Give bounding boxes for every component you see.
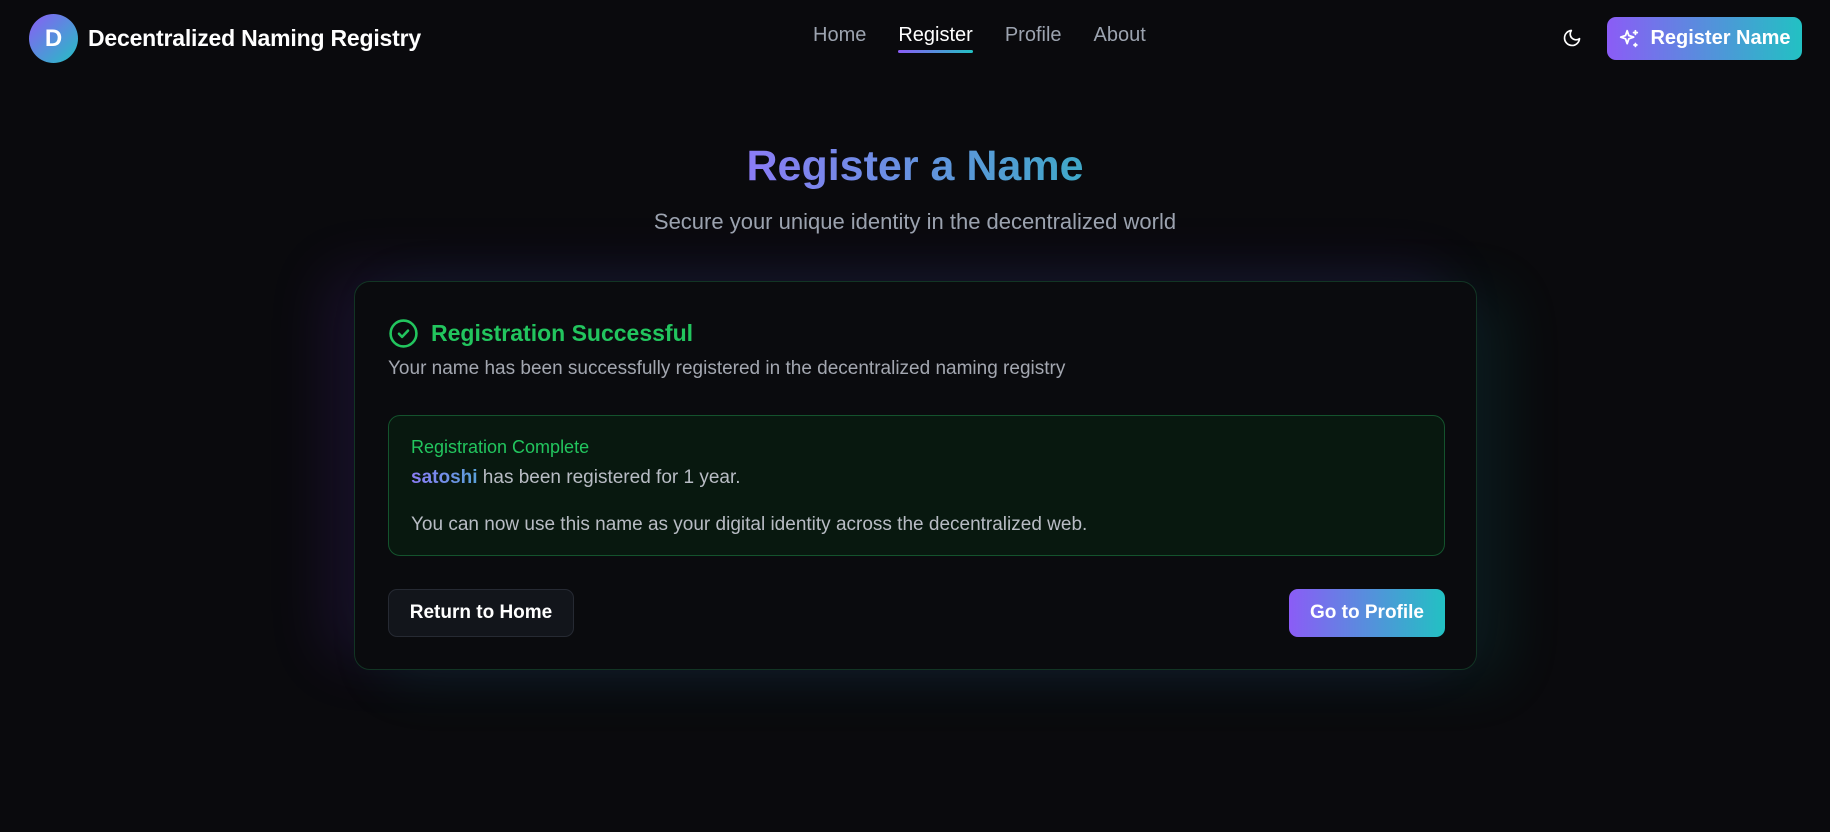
nav-register[interactable]: Register — [898, 24, 974, 53]
registration-result-card: Registration Successful Your name has be… — [354, 281, 1477, 670]
nav-home[interactable]: Home — [813, 24, 866, 53]
page-subtitle: Secure your unique identity in the decen… — [653, 209, 1177, 234]
brand-name: Decentralized Naming Registry — [88, 25, 421, 51]
success-notice: Registration Complete satoshi has been r… — [388, 415, 1445, 556]
check-circle-icon — [389, 319, 418, 348]
brand-logo: D — [29, 14, 78, 63]
sparkles-icon — [1620, 29, 1639, 47]
registered-duration: has been registered for 1 year. — [477, 467, 741, 488]
register-name-label: Register Name — [1650, 27, 1791, 49]
card-description: Your name has been successfully register… — [388, 358, 1066, 379]
page-title: Register a Name — [0, 142, 1830, 191]
card-header: Registration Successful — [388, 318, 693, 349]
notice-title: Registration Complete — [411, 437, 590, 457]
notice-body: You can now use this name as your digita… — [411, 514, 1088, 535]
go-to-profile-button[interactable]: Go to Profile — [1289, 589, 1445, 637]
return-home-button[interactable]: Return to Home — [388, 589, 574, 637]
registered-name: satoshi — [411, 467, 478, 488]
brand-initial: D — [44, 24, 63, 52]
card-title: Registration Successful — [431, 320, 694, 346]
brand[interactable]: D Decentralized Naming Registry — [29, 14, 421, 63]
nav-about[interactable]: About — [1094, 24, 1146, 53]
page-title-text: Register a Name — [746, 142, 1084, 190]
theme-toggle-button[interactable] — [1558, 24, 1586, 52]
notice-registered-line: satoshi has been registered for 1 year. — [411, 467, 741, 489]
main-nav: Home Register Profile About — [813, 24, 1146, 53]
register-name-button[interactable]: Register Name — [1607, 17, 1802, 60]
top-navbar: D Decentralized Naming Registry Home Reg… — [0, 0, 1830, 76]
nav-profile[interactable]: Profile — [1005, 24, 1062, 53]
moon-icon — [1563, 29, 1581, 47]
